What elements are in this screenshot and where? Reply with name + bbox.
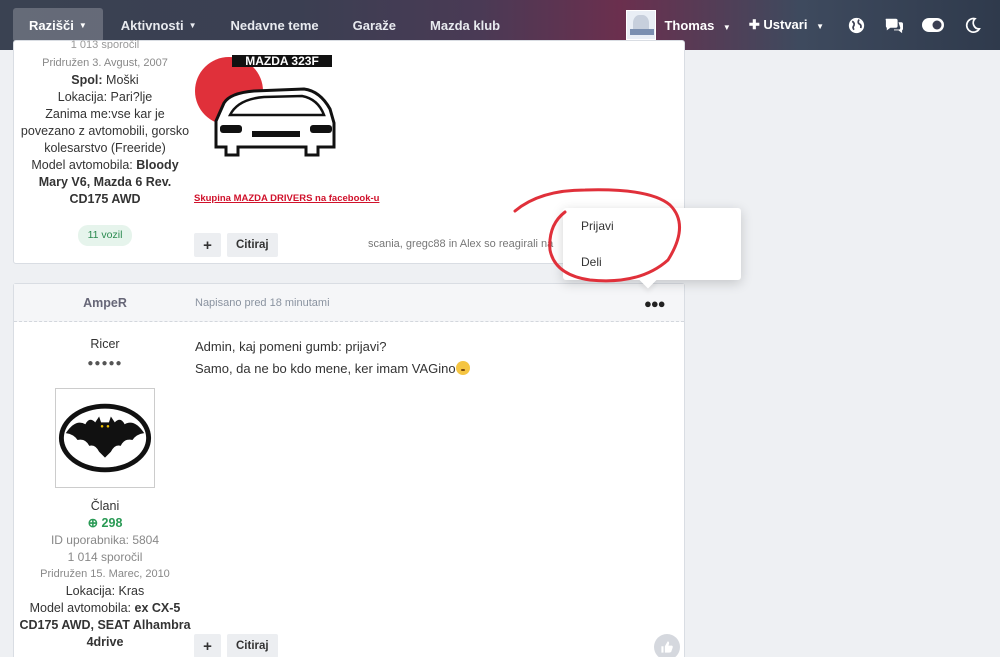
post-options-menu: Prijavi Deli (563, 208, 741, 289)
location: Lokacija: Pari?lje (57, 90, 153, 104)
author-info: Ricer ●●●●● Člani ⊕ 298 ID uporabnika: 5… (14, 336, 196, 651)
chevron-down-icon: ▼ (816, 22, 824, 31)
bat-logo-icon (58, 403, 152, 473)
nav-label: Aktivnosti (120, 17, 184, 33)
avatar[interactable] (55, 388, 155, 488)
plus-circle-icon: ⊕ (87, 516, 99, 530)
gender-row: Spol: Moški (14, 72, 196, 89)
car-model: Model avtomobila: ex CX-5 CD175 AWD, SEA… (14, 600, 196, 651)
chevron-down-icon: ▼ (188, 20, 197, 30)
chevron-down-icon: ▼ (722, 22, 731, 32)
facebook-group-link[interactable]: Skupina MAZDA DRIVERS na facebook-u (194, 193, 379, 204)
menu-item-deli[interactable]: Deli (581, 255, 602, 269)
plus-icon: + (203, 236, 212, 254)
post-text-line: Admin, kaj pomeni gumb: prijavi? (195, 339, 387, 354)
post-text-line: Samo, da ne bo kdo mene, ker imam VAGino (195, 358, 470, 380)
gender-label: Spol: (71, 73, 103, 87)
user-name: Thomas (664, 17, 715, 33)
moon-icon[interactable] (962, 15, 982, 35)
nav-label: Nedavne teme (230, 17, 319, 33)
globe-icon[interactable] (846, 15, 866, 35)
user-menu[interactable]: Thomas ▼ (664, 18, 730, 33)
nav-item-mazda-klub[interactable]: Mazda klub (414, 8, 516, 42)
forum-post: AmpeR Napisano pred 18 minutami ●●● Rice… (13, 283, 685, 657)
ellipsis-icon[interactable]: ●●● (644, 296, 666, 311)
author-name[interactable]: AmpeR (14, 296, 196, 310)
quote-button[interactable]: Citiraj (227, 233, 278, 257)
post-text: Samo, da ne bo kdo mene, ker imam VAGino (195, 361, 456, 376)
car-model: Model avtomobila: Bloody Mary V6, Mazda … (14, 157, 196, 208)
rank-dots: ●●●●● (87, 358, 123, 369)
post-header: AmpeR Napisano pred 18 minutami ●●● (14, 284, 684, 322)
vehicles-badge[interactable]: 11 vozil (77, 225, 133, 246)
car-label: Model avtomobila: (31, 158, 133, 172)
quote-button[interactable]: Citiraj (227, 634, 278, 657)
gender-value: Moški (106, 73, 139, 87)
post-count: 1 014 sporočil (67, 550, 143, 564)
nav-label: Razišči (29, 17, 74, 33)
reactions-summary[interactable]: scania, gregc88 in Alex so reagirali na (368, 238, 553, 250)
car-label: Model avtomobila: (29, 601, 132, 615)
joined-date: Pridružen 15. Marec, 2010 (40, 568, 170, 580)
plus-icon: + (203, 637, 212, 655)
nav-label: Garaže (352, 17, 397, 33)
create-label: Ustvari (763, 17, 808, 32)
nav-item-garaze[interactable]: Garaže (337, 8, 412, 42)
avatar[interactable] (626, 10, 657, 40)
chevron-down-icon: ▼ (78, 20, 87, 30)
mazda-323f-logo: MAZDA 323F (195, 54, 336, 157)
user-group: Člani (90, 499, 120, 513)
multiquote-button[interactable]: + (194, 233, 221, 257)
user-rank: Ricer (90, 337, 120, 351)
interests: Zanima me:vse kar je povezano z avtomobi… (20, 107, 190, 155)
nav-label: Mazda klub (430, 17, 501, 33)
multiquote-button[interactable]: + (194, 634, 221, 657)
emoji-icon (455, 361, 470, 375)
plus-icon: ✚ (748, 17, 760, 32)
toggle-icon[interactable] (922, 15, 944, 35)
nav-item-nedavne-teme[interactable]: Nedavne teme (215, 8, 335, 42)
post-content: Admin, kaj pomeni gumb: prijavi? Samo, d… (195, 336, 470, 380)
logo-text: MAZDA 323F (245, 54, 319, 68)
post-timestamp[interactable]: Napisano pred 18 minutami (195, 297, 330, 309)
user-id: ID uporabnika: 5804 (50, 533, 160, 547)
post-count: 1 013 sporočil (70, 39, 140, 49)
location: Lokacija: Kras (65, 584, 145, 598)
chat-icon[interactable] (884, 15, 904, 35)
reputation: ⊕ 298 (14, 515, 196, 532)
create-menu[interactable]: ✚ Ustvari ▼ (749, 17, 824, 33)
menu-item-prijavi[interactable]: Prijavi (581, 219, 614, 233)
author-info: 1 013 sporočil Pridružen 3. Avgust, 2007… (14, 39, 196, 246)
reputation-value: 298 (101, 516, 123, 530)
joined-date: Pridružen 3. Avgust, 2007 (42, 57, 168, 69)
thumbs-up-icon[interactable] (654, 634, 680, 657)
